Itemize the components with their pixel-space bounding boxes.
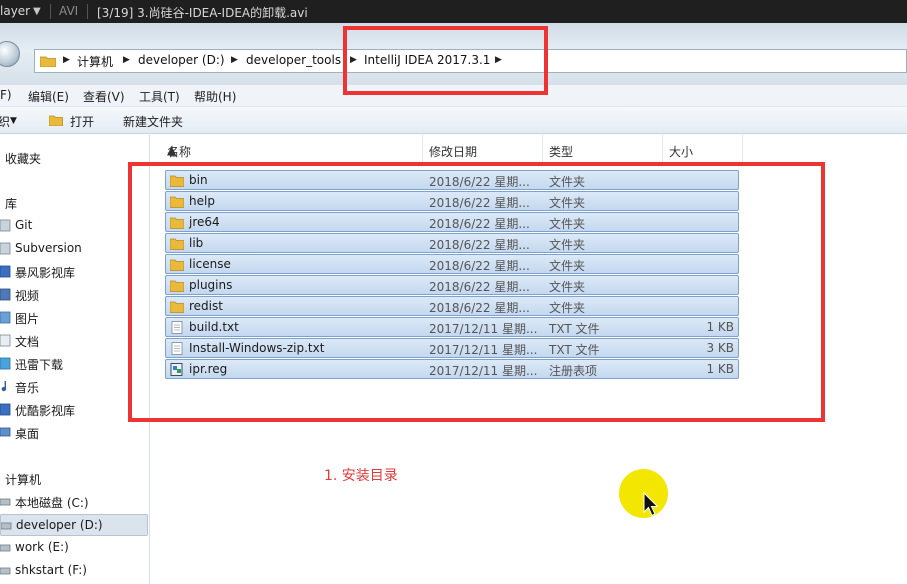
sidebar-item-work-e[interactable]: work (E:) <box>0 537 150 559</box>
sidebar-item-label: 暴风影视库 <box>15 266 76 280</box>
menu-help[interactable]: 帮助(H) <box>194 88 236 105</box>
media-format-label: AVI <box>59 4 79 18</box>
breadcrumb-developer-tools[interactable]: developer_tools <box>246 53 341 67</box>
sidebar-item-label: 图片 <box>15 312 40 326</box>
drive-icon <box>0 544 11 552</box>
player-title-bar: layer ▼ AVI [3/19] 3.尚硅谷-IDEA-IDEA的卸载.av… <box>0 0 907 23</box>
breadcrumb-arrow-icon[interactable]: ▶ <box>231 55 238 65</box>
menu-view[interactable]: 查看(V) <box>83 88 125 105</box>
annotation-box-install-contents <box>128 162 825 422</box>
music-note-icon <box>1 381 7 392</box>
organize-button[interactable]: 织 <box>0 113 10 130</box>
column-header-size[interactable]: 大小 <box>663 135 743 162</box>
drive-icon <box>1 522 12 530</box>
sidebar-item-label: Git <box>15 218 33 232</box>
player-name: layer <box>0 4 31 18</box>
sidebar-item-label: developer (D:) <box>16 518 103 532</box>
sidebar-item-local-disk-c[interactable]: 本地磁盘 (C:) <box>0 491 150 513</box>
drive-icon <box>0 498 11 506</box>
video-icon <box>0 288 11 301</box>
sidebar-item-label: 本地磁盘 (C:) <box>15 496 89 510</box>
column-header-label: 修改日期 <box>429 145 478 159</box>
menu-file[interactable]: F) <box>0 88 12 102</box>
column-header-label: 大小 <box>669 145 694 159</box>
sidebar-item-label: Subversion <box>15 241 82 255</box>
column-header-type[interactable]: 类型 <box>543 135 663 162</box>
sidebar-item-label: 库 <box>5 197 18 211</box>
sidebar-item-label: work (E:) <box>15 540 69 554</box>
desktop-icon <box>0 427 11 437</box>
video-library-icon <box>0 403 11 416</box>
sidebar-item-label: 迅雷下载 <box>15 358 64 372</box>
annotation-box-install-path <box>343 26 548 95</box>
sidebar-item-label: 收藏夹 <box>5 152 42 166</box>
breadcrumb-developer-drive[interactable]: developer (D:) <box>138 53 225 67</box>
breadcrumb-arrow-icon[interactable]: ▶ <box>123 55 130 65</box>
media-title: [3/19] 3.尚硅谷-IDEA-IDEA的卸载.avi <box>97 6 308 20</box>
new-folder-button[interactable]: 新建文件夹 <box>123 113 183 130</box>
sidebar-item-label: 视频 <box>15 289 40 303</box>
picture-icon <box>0 311 11 324</box>
sort-ascending-icon: ▲ <box>167 143 177 157</box>
folder-icon <box>40 56 56 67</box>
divider <box>87 4 88 19</box>
menu-tools[interactable]: 工具(T) <box>139 88 180 105</box>
annotation-caption: 1. 安装目录 <box>324 468 398 484</box>
sidebar-item-label: 音乐 <box>15 381 40 395</box>
breadcrumb-computer[interactable]: 计算机 <box>77 53 113 70</box>
video-library-icon <box>0 265 11 278</box>
sidebar-item-developer-d[interactable]: developer (D:) <box>0 514 148 536</box>
drive-icon <box>0 567 11 575</box>
library-icon <box>0 219 11 232</box>
menu-edit[interactable]: 编辑(E) <box>28 88 69 105</box>
sidebar-item-label: 文档 <box>15 335 40 349</box>
sidebar-item-label: 计算机 <box>5 473 42 487</box>
column-header-name[interactable]: 名称 ▲ <box>151 135 423 162</box>
column-header-date[interactable]: 修改日期 <box>423 135 543 162</box>
sidebar-item-label: shkstart (F:) <box>15 563 87 577</box>
sidebar-item-shkstart-f[interactable]: shkstart (F:) <box>0 560 150 582</box>
document-icon <box>0 334 11 347</box>
sidebar-item-label: 优酷影视库 <box>15 404 76 418</box>
back-button[interactable] <box>0 41 20 67</box>
column-header-label: 类型 <box>549 145 574 159</box>
open-folder-icon <box>49 115 63 126</box>
sidebar-item-desktop[interactable]: 桌面 <box>0 422 150 444</box>
library-icon <box>0 242 11 255</box>
sidebar-item-computer[interactable]: 计算机 <box>0 468 150 490</box>
chevron-down-icon[interactable]: ▼ <box>33 6 41 17</box>
download-icon <box>0 357 11 370</box>
mouse-pointer-icon <box>643 492 659 517</box>
open-button[interactable]: 打开 <box>70 113 94 130</box>
chevron-down-icon[interactable]: ▼ <box>10 116 17 126</box>
breadcrumb-arrow-icon[interactable]: ▶ <box>63 55 70 65</box>
sidebar-item-label: 桌面 <box>15 427 40 441</box>
command-bar: 织 ▼ 打开 新建文件夹 <box>0 107 907 134</box>
divider <box>50 4 51 19</box>
